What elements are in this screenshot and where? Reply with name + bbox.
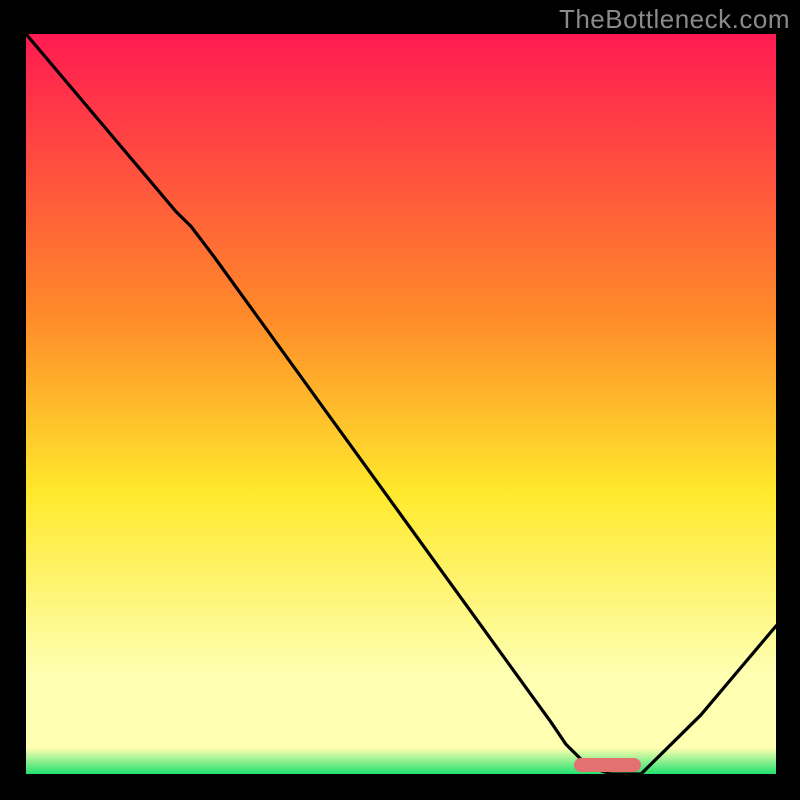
optimum-marker (574, 758, 642, 772)
chart-canvas: TheBottleneck.com (0, 0, 800, 800)
watermark-text: TheBottleneck.com (559, 4, 790, 35)
plot-area (26, 34, 776, 774)
plot-svg (26, 34, 776, 774)
